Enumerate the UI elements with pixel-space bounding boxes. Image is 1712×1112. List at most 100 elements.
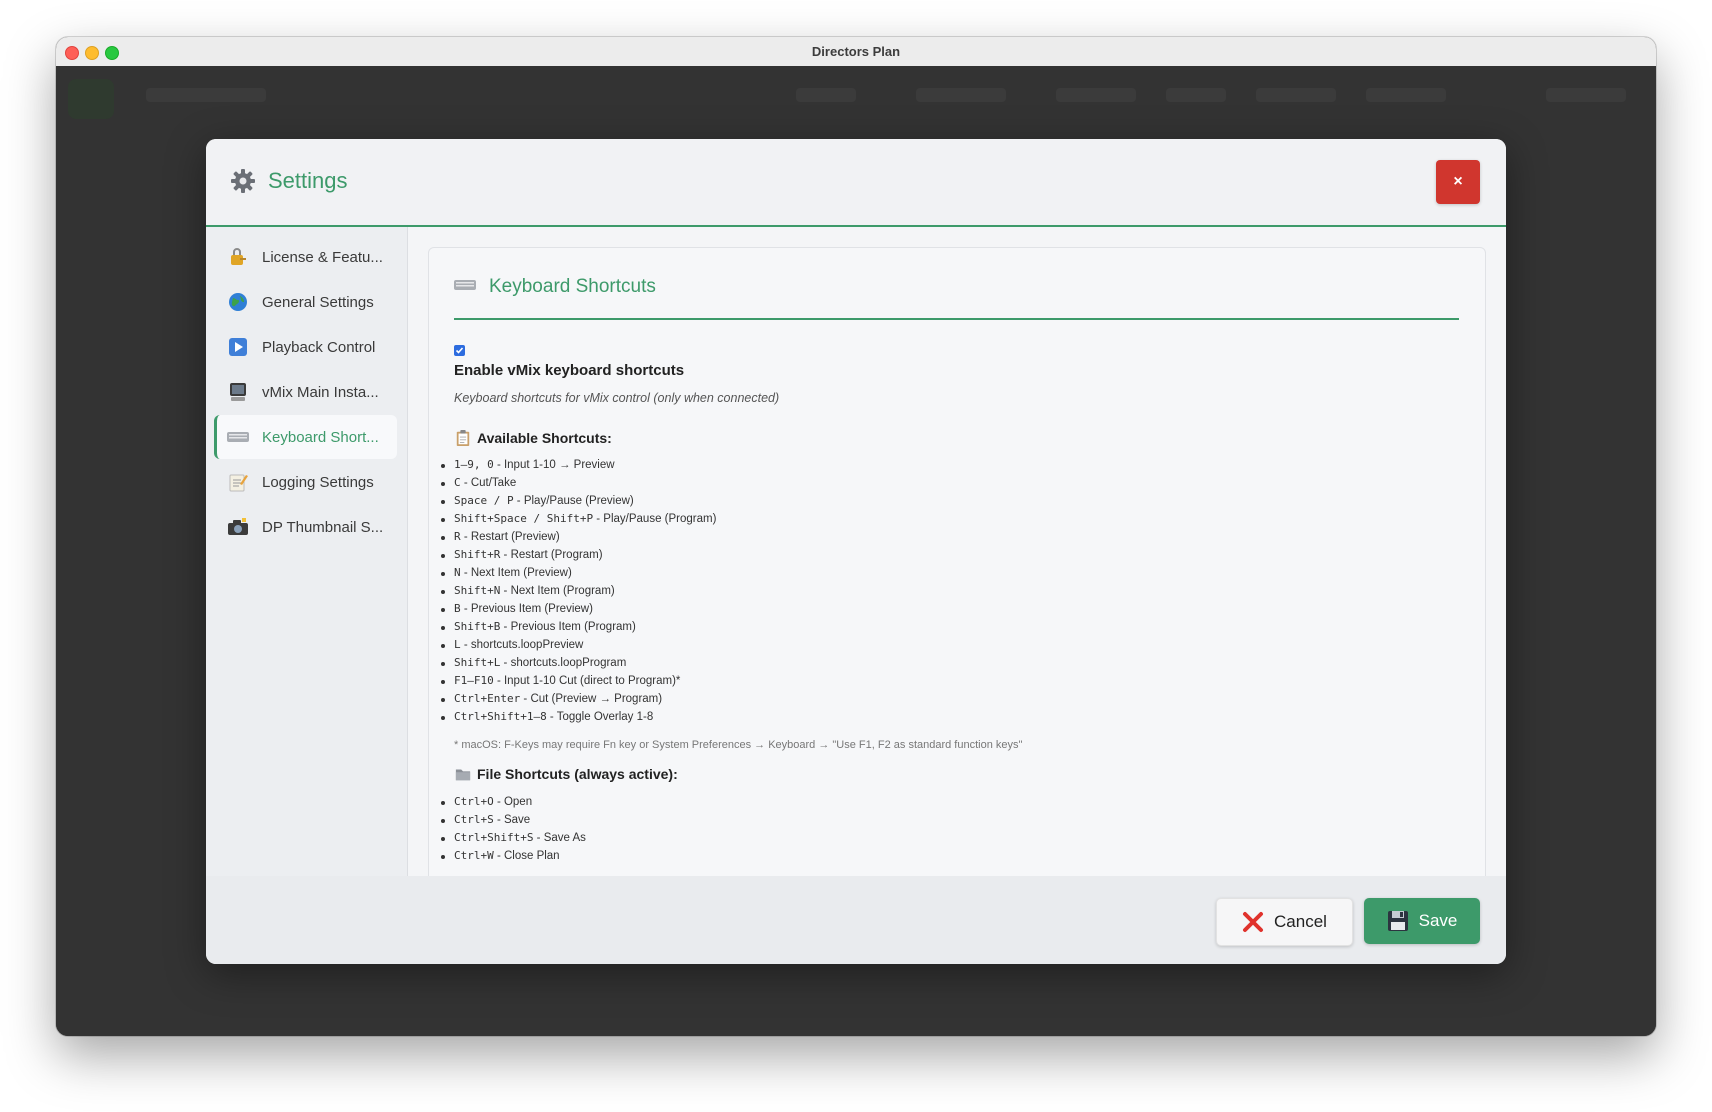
background-toolbar bbox=[1166, 88, 1226, 102]
list-item: Space / P - Play/Pause (Preview) bbox=[440, 494, 716, 512]
sidebar-item-label: License & Featu... bbox=[262, 248, 383, 266]
shortcut-description: - Cut (Preview → Program) bbox=[520, 693, 663, 705]
shortcut-key: Ctrl+Shift+S bbox=[454, 831, 534, 844]
sidebar-item-vmix[interactable]: vMix Main Insta... bbox=[214, 370, 397, 414]
app-logo bbox=[68, 79, 114, 119]
available-shortcuts-title: Available Shortcuts: bbox=[477, 430, 612, 446]
sidebar-item-label: General Settings bbox=[262, 293, 374, 311]
shortcut-list: 1–9, 0 - Input 1-10 → Preview C - Cut/Ta… bbox=[440, 458, 717, 728]
sidebar-item-label: vMix Main Insta... bbox=[262, 383, 379, 401]
list-item: Shift+N - Next Item (Program) bbox=[440, 584, 716, 602]
cancel-label: Cancel bbox=[1274, 912, 1327, 931]
section-header: Keyboard Shortcuts bbox=[454, 248, 1459, 320]
sidebar-item-thumbnail[interactable]: DP Thumbnail S... bbox=[214, 505, 397, 549]
dialog-header: Settings × bbox=[206, 139, 1506, 227]
fkeys-footnote: * macOS: F-Keys may require Fn key or Sy… bbox=[454, 739, 1023, 751]
background-toolbar bbox=[796, 88, 856, 102]
shortcut-description: - Cut/Take bbox=[460, 477, 517, 489]
file-shortcut-list: Ctrl+O - Open Ctrl+S - Save Ctrl+Shift+S… bbox=[441, 795, 586, 867]
dialog-title: Settings bbox=[268, 168, 348, 193]
lock-key-icon bbox=[226, 246, 250, 268]
enable-shortcuts-label[interactable]: Enable vMix keyboard shortcuts bbox=[454, 362, 684, 379]
shortcut-key: Space / P bbox=[454, 494, 514, 507]
shortcut-description: - shortcuts.loopPreview bbox=[460, 639, 584, 651]
list-item: F1–F10 - Input 1-10 Cut (direct to Progr… bbox=[440, 674, 716, 692]
gear-icon bbox=[231, 169, 255, 193]
shortcut-description: - Open bbox=[493, 796, 533, 808]
shortcut-key: N bbox=[454, 566, 461, 579]
shortcut-description: - Save bbox=[493, 814, 531, 826]
shortcut-description: - Next Item (Program) bbox=[500, 585, 615, 597]
computer-icon bbox=[226, 381, 250, 403]
shortcut-description: - Input 1-10 Cut (direct to Program)* bbox=[493, 675, 681, 687]
list-item: Shift+Space / Shift+P - Play/Pause (Prog… bbox=[440, 512, 717, 530]
shortcut-key: Shift+R bbox=[454, 548, 501, 561]
folder-icon bbox=[455, 769, 471, 781]
shortcut-key: Shift+B bbox=[454, 620, 501, 633]
shortcut-description: - Previous Item (Preview) bbox=[460, 603, 593, 615]
sidebar-item-playback[interactable]: Playback Control bbox=[214, 325, 397, 369]
keyboard-shortcuts-panel: Keyboard Shortcuts Enable vMix keyboard … bbox=[428, 247, 1486, 876]
app-window: Directors Plan Settings × License & Feat… bbox=[56, 37, 1656, 1036]
sidebar-item-label: Logging Settings bbox=[262, 473, 374, 491]
shortcut-key: Ctrl+S bbox=[454, 813, 494, 826]
sidebar-item-label: Keyboard Short... bbox=[262, 428, 379, 446]
shortcut-description: - Toggle Overlay 1-8 bbox=[546, 711, 654, 723]
background-toolbar bbox=[1056, 88, 1136, 102]
shortcut-description: - Close Plan bbox=[493, 850, 560, 862]
shortcut-description: - Next Item (Preview) bbox=[460, 567, 572, 579]
shortcut-description: - Restart (Program) bbox=[500, 549, 603, 561]
shortcut-key: R bbox=[454, 530, 461, 543]
enable-shortcuts-checkbox[interactable] bbox=[454, 345, 465, 356]
shortcut-key: 1–9, 0 bbox=[454, 458, 494, 471]
shortcut-key: B bbox=[454, 602, 461, 615]
shortcut-description: - Save As bbox=[533, 832, 586, 844]
section-title: Keyboard Shortcuts bbox=[489, 276, 656, 297]
background-toolbar bbox=[916, 88, 1006, 102]
sidebar-item-license[interactable]: License & Featu... bbox=[214, 235, 397, 279]
settings-sidebar: License & Featu... General Settings Play… bbox=[206, 227, 408, 876]
shortcut-description: - Play/Pause (Program) bbox=[593, 513, 717, 525]
list-item: Shift+R - Restart (Program) bbox=[440, 548, 716, 566]
shortcut-key: Ctrl+Enter bbox=[454, 692, 521, 705]
cancel-button[interactable]: Cancel bbox=[1216, 898, 1353, 946]
keyboard-icon bbox=[226, 426, 250, 448]
sidebar-item-label: DP Thumbnail S... bbox=[262, 518, 384, 536]
list-item: C - Cut/Take bbox=[440, 476, 716, 494]
list-item: Ctrl+Shift+1–8 - Toggle Overlay 1-8 bbox=[440, 710, 716, 728]
available-shortcuts-heading: Available Shortcuts: bbox=[454, 430, 612, 446]
sidebar-item-label: Playback Control bbox=[262, 338, 376, 356]
shortcut-key: C bbox=[454, 476, 461, 489]
close-button[interactable]: × bbox=[1436, 160, 1480, 204]
list-item: R - Restart (Preview) bbox=[440, 530, 716, 548]
keyboard-icon bbox=[454, 280, 476, 290]
settings-dialog: Settings × License & Featu... General Se… bbox=[206, 139, 1506, 964]
globe-icon bbox=[226, 291, 250, 313]
background-toolbar bbox=[1256, 88, 1336, 102]
shortcut-description: - Input 1-10 → Preview bbox=[493, 459, 615, 471]
list-item: B - Previous Item (Preview) bbox=[440, 602, 716, 620]
save-button[interactable]: Save bbox=[1364, 898, 1480, 944]
sidebar-item-keyboard[interactable]: Keyboard Short... bbox=[214, 415, 397, 459]
cross-mark-icon bbox=[1242, 911, 1264, 933]
sidebar-item-general[interactable]: General Settings bbox=[214, 280, 397, 324]
play-button-icon bbox=[226, 336, 250, 358]
window-title: Directors Plan bbox=[811, 44, 901, 59]
shortcut-key: Shift+Space / Shift+P bbox=[454, 512, 594, 525]
list-item: Ctrl+S - Save bbox=[441, 813, 586, 831]
shortcut-key: Shift+L bbox=[454, 656, 501, 669]
camera-icon bbox=[226, 516, 250, 538]
list-item: Shift+L - shortcuts.loopProgram bbox=[440, 656, 716, 674]
list-item: N - Next Item (Preview) bbox=[440, 566, 716, 584]
settings-content[interactable]: Keyboard Shortcuts Enable vMix keyboard … bbox=[408, 227, 1506, 876]
shortcut-description: - Previous Item (Program) bbox=[500, 621, 636, 633]
shortcut-key: L bbox=[454, 638, 461, 651]
dialog-footer: Cancel Save bbox=[206, 876, 1506, 964]
shortcut-description: - shortcuts.loopProgram bbox=[500, 657, 627, 669]
shortcut-description: - Restart (Preview) bbox=[460, 531, 560, 543]
list-item: 1–9, 0 - Input 1-10 → Preview bbox=[440, 458, 716, 476]
list-item: Ctrl+Shift+S - Save As bbox=[441, 831, 586, 849]
shortcut-description: - Play/Pause (Preview) bbox=[513, 495, 634, 507]
sidebar-item-logging[interactable]: Logging Settings bbox=[214, 460, 397, 504]
memo-icon bbox=[226, 471, 250, 493]
